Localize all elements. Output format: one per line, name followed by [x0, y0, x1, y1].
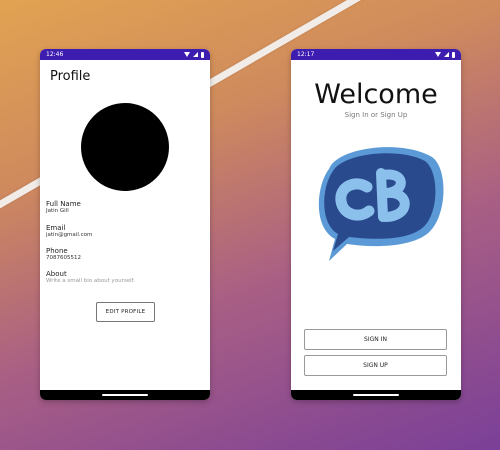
home-indicator[interactable] — [353, 394, 399, 396]
profile-phone: 12:46 Profile Full Name Jatin Gill Email… — [40, 49, 210, 400]
email-field: Email jatin@gmail.com — [46, 224, 92, 239]
status-icons — [184, 51, 204, 58]
field-value: jatin@gmail.com — [46, 232, 93, 238]
edit-profile-button[interactable]: EDIT PROFILE — [96, 302, 155, 322]
about-field: About Write a small bio about yourself. — [46, 270, 135, 285]
wifi-icon — [435, 52, 441, 57]
field-value: Jatin Gill — [46, 208, 69, 214]
field-label: About — [46, 270, 67, 278]
avatar[interactable] — [81, 103, 169, 191]
welcome-title: Welcome — [314, 79, 438, 110]
sign-up-button[interactable]: SIGN UP — [304, 355, 447, 376]
cb-logo-icon: CB — [307, 139, 444, 261]
nav-bar — [291, 390, 461, 400]
full-name-field: Full Name Jatin Gill — [46, 200, 81, 215]
status-icons — [435, 51, 455, 58]
field-label: Phone — [46, 247, 68, 255]
field-label: Full Name — [46, 200, 81, 208]
signal-icon — [193, 52, 198, 57]
field-value: Write a small bio about yourself. — [46, 278, 135, 284]
logo-text: CB — [307, 139, 329, 143]
welcome-phone: 12:17 Welcome Sign In or Sign Up CB SIGN… — [291, 49, 461, 400]
status-bar: 12:17 — [291, 49, 461, 60]
field-value: 7087605512 — [46, 255, 81, 261]
wifi-icon — [184, 52, 190, 57]
status-time: 12:17 — [297, 51, 315, 58]
battery-icon — [201, 51, 204, 58]
battery-icon — [452, 51, 455, 58]
welcome-subtitle: Sign In or Sign Up — [344, 111, 408, 119]
status-bar: 12:46 — [40, 49, 210, 60]
home-indicator[interactable] — [102, 394, 148, 396]
field-label: Email — [46, 224, 66, 232]
page-title: Profile — [50, 69, 91, 84]
sign-in-button[interactable]: SIGN IN — [304, 329, 447, 350]
phone-field: Phone 7087605512 — [46, 247, 81, 262]
status-time: 12:46 — [46, 51, 64, 58]
nav-bar — [40, 390, 210, 400]
signal-icon — [444, 52, 449, 57]
